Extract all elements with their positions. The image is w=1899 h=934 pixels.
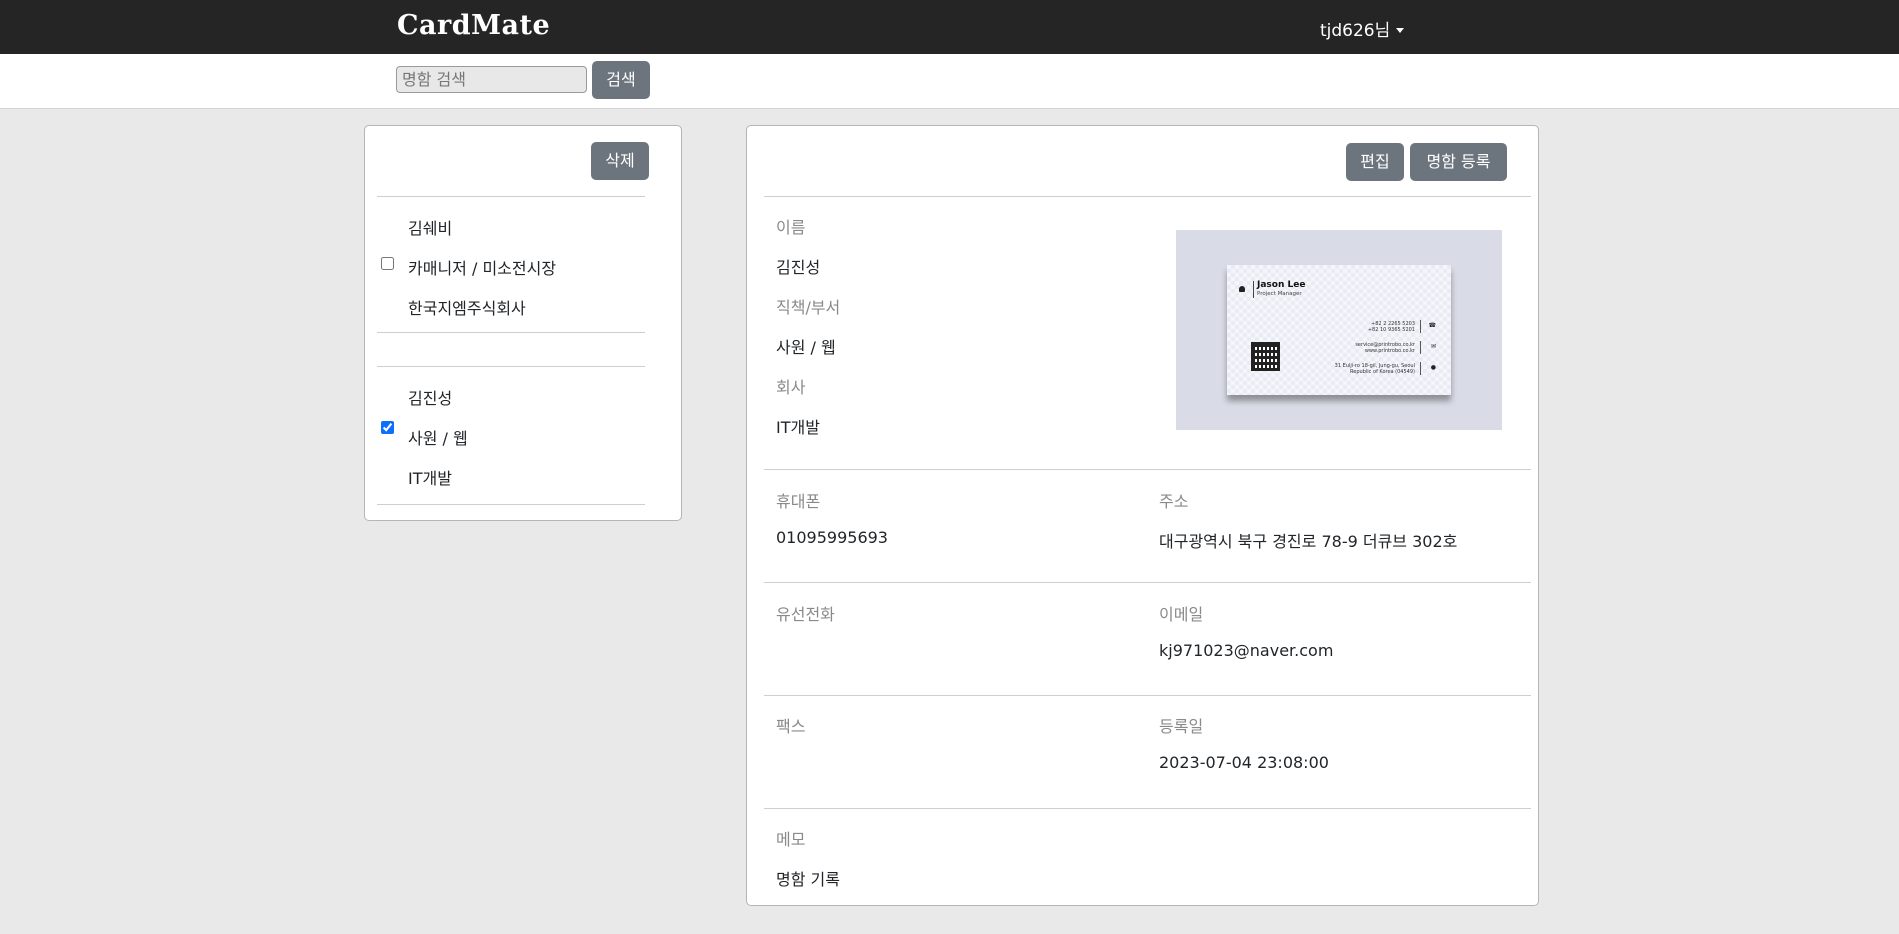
chevron-down-icon bbox=[1396, 27, 1405, 33]
company-value: IT개발 bbox=[776, 418, 820, 437]
list-item-company: 한국지엠주식회사 bbox=[408, 299, 526, 318]
list-item-company: IT개발 bbox=[408, 469, 452, 488]
qr-code-icon bbox=[1251, 342, 1280, 371]
card-address-2: Republic of Korea (04549) bbox=[1350, 369, 1415, 375]
company-label: 회사 bbox=[776, 378, 806, 397]
card-phone-block: +82 2 2265 5203 +82 10 9365 5201 bbox=[1368, 321, 1415, 333]
divider bbox=[1420, 320, 1421, 333]
location-pin-icon: ● bbox=[1430, 364, 1436, 371]
mail-icon: ✉ bbox=[1430, 343, 1436, 350]
phone-icon: ☎ bbox=[1428, 322, 1436, 329]
card-holder-title: Project Manager bbox=[1257, 291, 1302, 297]
divider bbox=[764, 808, 1531, 809]
list-item-name: 김진성 bbox=[408, 389, 453, 408]
card-phone-2: +82 10 9365 5201 bbox=[1367, 327, 1415, 333]
list-item[interactable]: 김진성 사원 / 웹 IT개발 bbox=[377, 366, 645, 505]
position-label: 직책/부서 bbox=[776, 298, 841, 317]
name-value: 김진성 bbox=[776, 258, 821, 277]
search-bar: 검색 bbox=[0, 54, 1899, 109]
divider bbox=[764, 695, 1531, 696]
address-value: 대구광역시 북구 경진로 78-9 더큐브 302호 bbox=[1159, 532, 1458, 551]
memo-label: 메모 bbox=[776, 830, 806, 849]
card-select-checkbox[interactable] bbox=[381, 421, 394, 434]
name-label: 이름 bbox=[776, 218, 806, 237]
search-button[interactable]: 검색 bbox=[592, 61, 650, 99]
address-label: 주소 bbox=[1159, 492, 1189, 511]
list-item-position: 카매니저 / 미소전시장 bbox=[408, 259, 557, 278]
delete-button[interactable]: 삭제 bbox=[591, 142, 649, 180]
card-list-panel: 삭제 김쉐비 카매니저 / 미소전시장 한국지엠주식회사 김진성 사원 / 웹 … bbox=[364, 125, 682, 521]
divider bbox=[1253, 281, 1254, 298]
divider bbox=[764, 469, 1531, 470]
landline-label: 유선전화 bbox=[776, 605, 835, 624]
brand-logo[interactable]: CardMate bbox=[397, 10, 550, 41]
email-label: 이메일 bbox=[1159, 605, 1204, 624]
registered-date-label: 등록일 bbox=[1159, 717, 1204, 736]
card-holder-name: Jason Lee bbox=[1257, 280, 1306, 290]
register-card-button[interactable]: 명함 등록 bbox=[1410, 143, 1507, 181]
fax-label: 팩스 bbox=[776, 717, 806, 736]
memo-value: 명함 기록 bbox=[776, 870, 840, 889]
divider bbox=[1420, 362, 1421, 375]
card-email-block: service@printrobo.co.kr www.printrobo.co… bbox=[1355, 342, 1415, 354]
divider bbox=[1420, 341, 1421, 354]
card-detail-panel: 편집 명함 등록 이름 김진성 직책/부서 사원 / 웹 회사 IT개발 Jas… bbox=[746, 125, 1539, 906]
divider bbox=[764, 196, 1531, 197]
list-item-position: 사원 / 웹 bbox=[408, 429, 468, 448]
card-select-checkbox[interactable] bbox=[381, 257, 394, 270]
email-value: kj971023@naver.com bbox=[1159, 641, 1334, 660]
person-icon bbox=[1239, 286, 1245, 292]
user-menu-label: tjd626님 bbox=[1320, 21, 1391, 41]
list-item-name: 김쉐비 bbox=[408, 219, 453, 238]
list-item[interactable]: 김쉐비 카매니저 / 미소전시장 한국지엠주식회사 bbox=[377, 196, 645, 333]
search-input[interactable] bbox=[396, 66, 587, 93]
business-card: Jason Lee Project Manager +82 2 2265 520… bbox=[1227, 265, 1451, 395]
mobile-value: 01095995693 bbox=[776, 528, 888, 547]
mobile-label: 휴대폰 bbox=[776, 492, 821, 511]
top-navbar: CardMate tjd626님 bbox=[0, 0, 1899, 54]
edit-button[interactable]: 편집 bbox=[1346, 143, 1404, 181]
registered-date-value: 2023-07-04 23:08:00 bbox=[1159, 753, 1329, 772]
card-email-2: www.printrobo.co.kr bbox=[1364, 348, 1415, 354]
user-menu-dropdown[interactable]: tjd626님 bbox=[1320, 16, 1405, 41]
card-address-block: 31 Eulji-ro 18-gil, Jung-gu, Seoul Repub… bbox=[1335, 363, 1415, 375]
divider bbox=[764, 582, 1531, 583]
position-value: 사원 / 웹 bbox=[776, 338, 836, 357]
business-card-image[interactable]: Jason Lee Project Manager +82 2 2265 520… bbox=[1176, 230, 1502, 430]
